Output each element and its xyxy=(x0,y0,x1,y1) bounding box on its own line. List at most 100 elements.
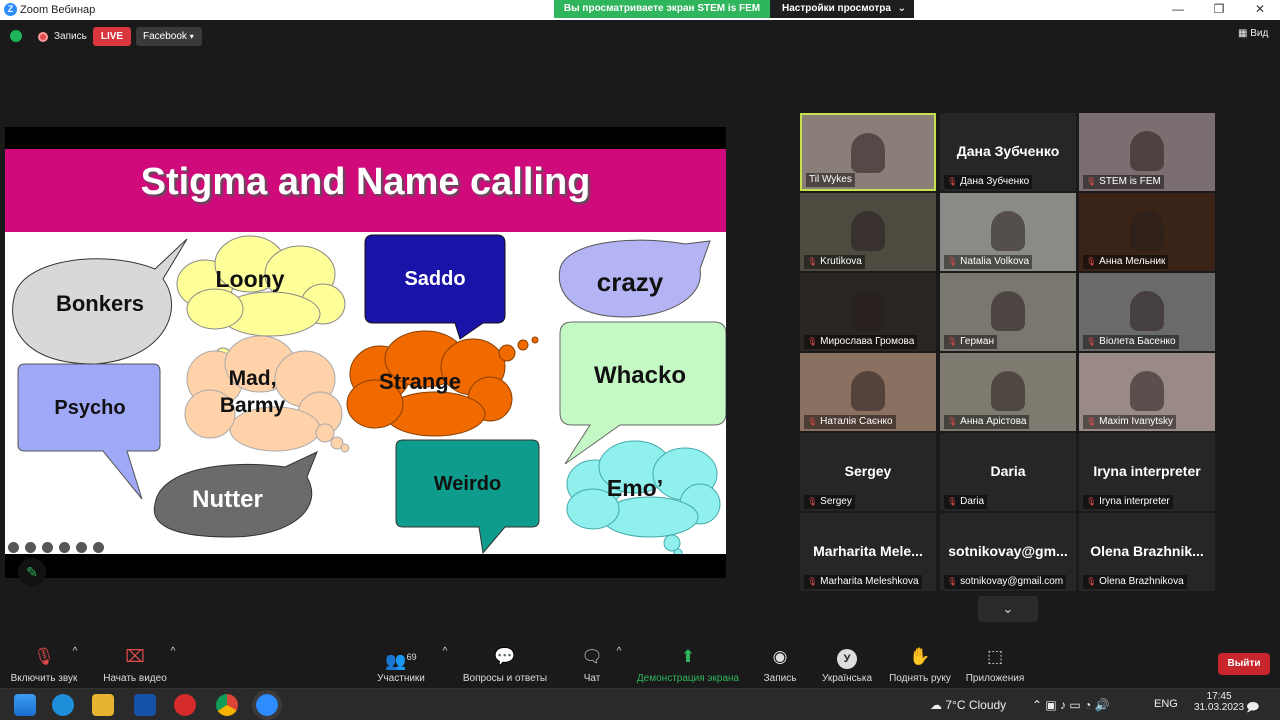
participant-name-label: 🎙 sotnikovay@gmail.com xyxy=(944,575,1067,589)
participant-name-label: 🎙 Віолета Басенко xyxy=(1083,335,1179,349)
word-psycho: Psycho xyxy=(54,396,126,419)
participant-tile[interactable]: 🎙 Анна Мельник xyxy=(1079,193,1215,271)
qa-button[interactable]: 💬 Вопросы и ответы xyxy=(458,646,552,684)
camera-off-icon[interactable] xyxy=(59,542,70,553)
shared-screen[interactable]: Stigma and Name calling Bonkers Loony Sa… xyxy=(5,127,726,586)
maximize-icon[interactable]: ❐ xyxy=(1209,2,1229,16)
video-options-caret[interactable]: ^ xyxy=(168,646,178,657)
apps-label: Приложения xyxy=(965,673,1025,684)
leave-button[interactable]: Выйти xyxy=(1218,653,1270,675)
mic-muted-icon: 🎙 xyxy=(1086,497,1097,506)
record-button[interactable]: ◉ Запись xyxy=(758,646,802,684)
start-video-button[interactable]: ⌧ Начать видео xyxy=(100,646,170,684)
participant-name-label: 🎙 Daria xyxy=(944,495,988,509)
annotate-pencil-icon[interactable]: ✎ xyxy=(18,558,46,586)
app-icon[interactable] xyxy=(174,694,196,716)
chrome-icon[interactable] xyxy=(216,694,238,716)
psycho-bubble xyxy=(17,363,161,500)
windows-start-icon[interactable] xyxy=(14,694,36,716)
participant-name-label: 🎙 Natalia Volkova xyxy=(944,255,1033,269)
word-mad-barmy: Mad, Barmy xyxy=(219,366,286,417)
participant-tile[interactable]: 🎙 Анна Арістова xyxy=(940,353,1076,431)
more-icon[interactable] xyxy=(76,542,87,553)
participant-name: Marharita Meleshkova xyxy=(820,576,919,587)
participant-tile[interactable]: Til Wykes xyxy=(800,113,936,191)
notifications-icon[interactable]: 🗩 xyxy=(1246,698,1259,719)
weather-widget[interactable]: ☁ 7°C Cloudy xyxy=(930,698,1006,712)
meeting-toolbar: 🎙 Включить звук ^ ⌧ Начать видео ^ 👥69 Учас… xyxy=(0,640,1280,688)
mic-muted-icon: 🎙 xyxy=(1086,337,1097,346)
participant-tile[interactable]: Marharita Mele... 🎙 Marharita Meleshkova xyxy=(800,513,936,591)
view-button[interactable]: ▦ Вид xyxy=(1238,28,1268,39)
raise-hand-button[interactable]: ✋ Поднять руку xyxy=(884,646,956,684)
mic-muted-icon: 🎙 xyxy=(947,177,958,186)
participant-tile[interactable]: 🎙 STEM is FEM xyxy=(1079,113,1215,191)
participant-tile[interactable]: Daria 🎙 Daria xyxy=(940,433,1076,511)
file-explorer-icon[interactable] xyxy=(92,694,114,716)
prev-slide-icon[interactable] xyxy=(8,542,19,553)
recording-icon xyxy=(38,32,48,42)
share-screen-label: Демонстрация экрана xyxy=(636,673,740,684)
raise-hand-label: Поднять руку xyxy=(889,673,951,684)
participant-tile[interactable]: Дана Зубченко 🎙 Дана Зубченко xyxy=(940,113,1076,191)
view-label: Вид xyxy=(1250,28,1269,39)
participant-name-label: 🎙 STEM is FEM xyxy=(1083,175,1164,189)
share-screen-button[interactable]: ⬆ Демонстрация экрана xyxy=(630,646,746,684)
keyboard-language[interactable]: ENG xyxy=(1154,698,1178,710)
participants-button[interactable]: 👥69 Участники xyxy=(372,646,430,684)
language-button[interactable]: У Українська xyxy=(816,646,878,684)
edge-icon[interactable] xyxy=(52,694,74,716)
captions-icon[interactable] xyxy=(42,542,53,553)
participant-video xyxy=(991,291,1025,331)
participant-tile[interactable]: Olena Brazhnik... 🎙 Olena Brazhnikova xyxy=(1079,513,1215,591)
chat-button[interactable]: 🗨 Чат xyxy=(575,646,609,684)
participant-tile[interactable]: 🎙 Наталія Саєнко xyxy=(800,353,936,431)
participant-tile[interactable]: 🎙 Krutikova xyxy=(800,193,936,271)
participant-tile[interactable]: 🎙 Maxim Ivanytsky xyxy=(1079,353,1215,431)
participant-tile[interactable]: 🎙 Герман xyxy=(940,273,1076,351)
word-crazy: crazy xyxy=(596,266,664,297)
chat-options-caret[interactable]: ^ xyxy=(614,646,624,657)
participant-name-label: 🎙 Iryna interpreter xyxy=(1083,495,1173,509)
stream-target-dropdown[interactable]: Facebook ▾ xyxy=(136,27,202,46)
tray-icons[interactable]: ⌃ ▣ ♪ ▭ ◔ 🔊 xyxy=(1032,698,1110,712)
participant-video xyxy=(991,211,1025,251)
start-video-label: Начать видео xyxy=(103,673,167,684)
zoom-taskbar-icon[interactable] xyxy=(252,690,282,720)
participants-options-caret[interactable]: ^ xyxy=(440,646,450,657)
close-icon[interactable]: ✕ xyxy=(1250,2,1270,16)
participant-name-label: 🎙 Maxim Ivanytsky xyxy=(1083,415,1177,429)
slide-navigation-tools[interactable] xyxy=(8,540,118,553)
participant-video xyxy=(851,291,885,331)
participant-name-label: 🎙 Анна Арістова xyxy=(944,415,1030,429)
participant-tile[interactable]: 🎙 Natalia Volkova xyxy=(940,193,1076,271)
gallery-next-page-chevron-icon[interactable]: ⌄ xyxy=(978,596,1038,622)
participant-video xyxy=(1130,211,1164,251)
mic-muted-icon: 🎙 xyxy=(947,497,958,506)
audio-options-caret[interactable]: ^ xyxy=(70,646,80,657)
next-slide-icon[interactable] xyxy=(93,542,104,553)
participant-tile[interactable]: 🎙 Мирослава Громова xyxy=(800,273,936,351)
live-badge[interactable]: LIVE xyxy=(93,27,131,46)
app-icon[interactable] xyxy=(134,694,156,716)
participant-tile[interactable]: Sergey 🎙 Sergey xyxy=(800,433,936,511)
participant-name-label: Til Wykes xyxy=(806,173,855,187)
participant-name-label: 🎙 Дана Зубченко xyxy=(944,175,1033,189)
view-options-button[interactable]: Настройки просмотра ⌄ xyxy=(770,0,914,18)
unmute-label: Включить звук xyxy=(10,673,78,684)
participant-tile[interactable]: Iryna interpreter 🎙 Iryna interpreter xyxy=(1079,433,1215,511)
minimize-icon[interactable]: — xyxy=(1168,2,1188,16)
participant-tile[interactable]: sotnikovay@gm... 🎙 sotnikovay@gmail.com xyxy=(940,513,1076,591)
security-shield-icon[interactable] xyxy=(10,30,22,42)
participant-display-name: sotnikovay@gm... xyxy=(948,543,1068,559)
participant-name: Анна Арістова xyxy=(960,416,1027,427)
clock[interactable]: 17:45 31.03.2023 xyxy=(1194,691,1244,713)
participant-name-label: 🎙 Мирослава Громова xyxy=(804,335,918,349)
participant-name: Daria xyxy=(960,496,985,507)
participant-tile[interactable]: 🎙 Віолета Басенко xyxy=(1079,273,1215,351)
pen-icon[interactable] xyxy=(25,542,36,553)
word-emo: Emo’ xyxy=(606,474,664,501)
participant-name: Дана Зубченко xyxy=(960,176,1030,187)
apps-button[interactable]: ⬚ Приложения xyxy=(962,646,1028,684)
participant-display-name: Sergey xyxy=(844,463,892,479)
